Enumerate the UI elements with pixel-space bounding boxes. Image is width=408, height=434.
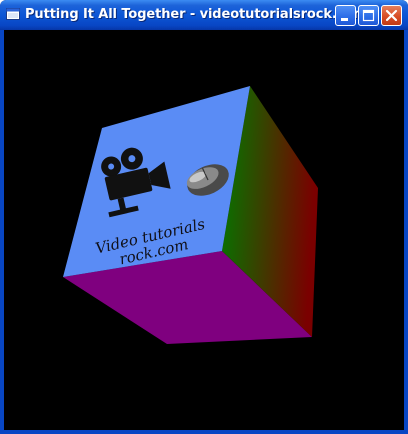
window-title: Putting It All Together - videotutorials… — [25, 7, 367, 22]
application-window: Putting It All Together - videotutorials… — [0, 0, 408, 434]
minimize-icon — [341, 18, 348, 21]
opengl-canvas[interactable]: Video tutorials rock.com — [4, 30, 404, 430]
app-window-icon[interactable] — [6, 8, 20, 20]
close-button[interactable] — [381, 5, 402, 26]
maximize-icon — [362, 9, 375, 22]
title-bar[interactable]: Putting It All Together - videotutorials… — [0, 0, 408, 30]
minimize-button[interactable] — [335, 5, 356, 26]
window-frame-bottom — [0, 430, 408, 434]
maximize-button[interactable] — [358, 5, 379, 26]
window-frame-right — [404, 30, 408, 434]
close-icon — [385, 9, 398, 22]
